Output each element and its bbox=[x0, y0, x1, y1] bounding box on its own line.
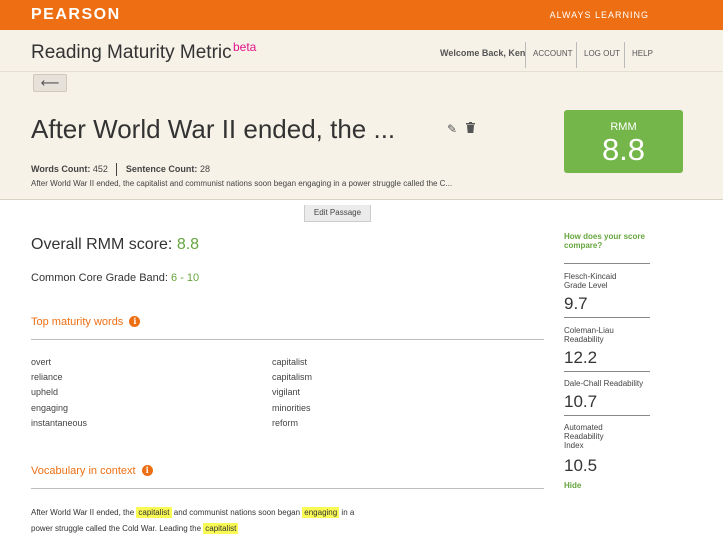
metric-label: Coleman-Liau Readability bbox=[564, 326, 614, 344]
slogan: ALWAYS LEARNING bbox=[549, 10, 649, 20]
beta-badge: beta bbox=[233, 40, 257, 54]
count-divider bbox=[116, 163, 118, 176]
vocab-heading: Vocabulary in context i bbox=[31, 465, 153, 477]
info-icon[interactable]: i bbox=[141, 465, 153, 476]
compare-heading: How does your score compare? bbox=[564, 232, 645, 250]
highlighted-word: capitalist bbox=[203, 523, 239, 534]
metric-label: Automated Readability Index bbox=[564, 423, 604, 450]
metric-value: 10.5 bbox=[564, 456, 598, 475]
divider bbox=[564, 371, 650, 372]
divider bbox=[564, 263, 650, 264]
nav-account[interactable]: ACCOUNT bbox=[525, 42, 580, 68]
app-title: Reading Maturity Metric bbox=[31, 42, 232, 63]
edit-passage-button[interactable]: Edit Passage bbox=[304, 205, 371, 222]
top-words-title: Top maturity words bbox=[31, 316, 124, 328]
nav-logout[interactable]: LOG OUT bbox=[576, 42, 627, 68]
info-icon[interactable]: i bbox=[129, 316, 141, 327]
metric-label: Flesch-Kincaid Grade Level bbox=[564, 272, 617, 290]
vocab-context-text: After World War II ended, the capitalist… bbox=[31, 505, 371, 537]
edit-icon[interactable]: ✎ bbox=[447, 122, 457, 136]
top-bar: PEARSON ALWAYS LEARNING bbox=[0, 0, 723, 30]
metric-label: Dale-Chall Readability bbox=[564, 379, 644, 388]
divider bbox=[564, 317, 650, 318]
highlighted-word: capitalist bbox=[136, 507, 172, 518]
context-text: After World War II ended, the bbox=[31, 508, 137, 517]
back-button[interactable]: ⟵ bbox=[33, 74, 67, 92]
rmm-value: 8.8 bbox=[601, 132, 646, 167]
sentence-count-label: Sentence Count: bbox=[125, 163, 198, 174]
divider bbox=[564, 415, 650, 416]
nav-help[interactable]: HELP bbox=[624, 42, 660, 68]
back-arrow-icon: ⟵ bbox=[40, 75, 60, 90]
list-item: capitalism bbox=[272, 372, 313, 382]
passage-title: After World War II ended, the ... bbox=[31, 114, 396, 144]
list-item: upheld bbox=[31, 387, 59, 397]
top-words-heading: Top maturity words i bbox=[31, 316, 141, 328]
list-item: vigilant bbox=[272, 387, 301, 397]
passage-header: ⟵ After World War II ended, the ... ✎ Wo… bbox=[0, 72, 723, 200]
grade-band: Common Core Grade Band: 6 - 10 bbox=[31, 272, 199, 284]
overall-score-value: 8.8 bbox=[176, 236, 200, 253]
metric-value: 12.2 bbox=[564, 348, 598, 367]
passage-excerpt: After World War II ended, the capitalist… bbox=[31, 179, 453, 188]
list-item: reliance bbox=[31, 372, 63, 382]
list-item: reform bbox=[272, 418, 299, 428]
overall-score: Overall RMM score: 8.8 bbox=[31, 236, 199, 254]
metric-value: 10.7 bbox=[564, 392, 598, 411]
overall-score-label: Overall RMM score: bbox=[31, 236, 173, 253]
divider bbox=[31, 339, 544, 340]
grade-band-value: 6 - 10 bbox=[171, 272, 200, 284]
sentence-count-value: 28 bbox=[199, 163, 210, 174]
hide-link[interactable]: Hide bbox=[564, 481, 581, 490]
vocab-title: Vocabulary in context bbox=[31, 465, 136, 477]
list-item: minorities bbox=[272, 403, 311, 413]
words-count-label: Words Count: bbox=[31, 163, 91, 174]
trash-icon[interactable] bbox=[466, 122, 475, 136]
passage-counts: Words Count: 452 Sentence Count: 28 bbox=[31, 163, 210, 176]
list-item: instantaneous bbox=[31, 418, 88, 428]
app-header: Reading Maturity Metric beta Welcome Bac… bbox=[0, 30, 723, 72]
grade-band-label: Common Core Grade Band: bbox=[31, 272, 168, 284]
pearson-logo[interactable]: PEARSON bbox=[31, 6, 121, 24]
rmm-score-card: RMM 8.8 bbox=[564, 110, 683, 173]
highlighted-word: engaging bbox=[302, 507, 340, 518]
welcome-message: Welcome Back, Ken bbox=[440, 48, 526, 58]
list-item: capitalist bbox=[272, 357, 308, 367]
list-item: overt bbox=[31, 357, 52, 367]
list-item: engaging bbox=[31, 403, 69, 413]
metric-value: 9.7 bbox=[564, 294, 588, 313]
words-count-value: 452 bbox=[92, 163, 108, 174]
divider bbox=[31, 488, 544, 489]
context-text: and communist nations soon began bbox=[171, 508, 303, 517]
